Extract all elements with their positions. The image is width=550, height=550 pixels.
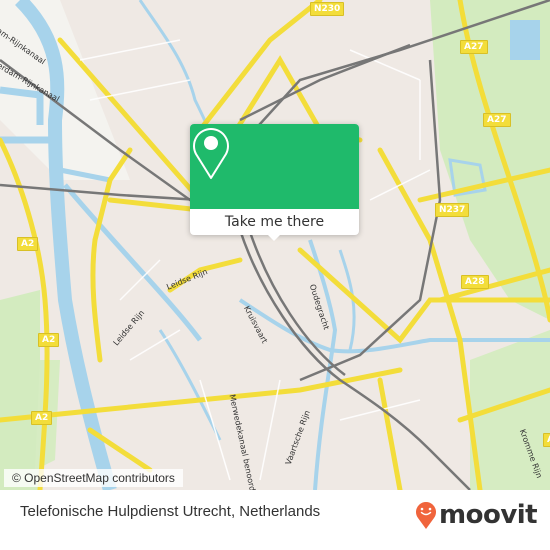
popup-header	[190, 124, 359, 209]
road-shield: A2	[543, 433, 550, 447]
moovit-wordmark: moovit	[439, 500, 538, 530]
moovit-pin-icon	[416, 502, 436, 529]
road-shield: A2	[31, 411, 53, 425]
road-shield: A27	[460, 40, 488, 54]
location-popup: Take me there	[190, 124, 359, 241]
road-shield: A27	[483, 113, 511, 127]
take-me-there-button[interactable]: Take me there	[190, 209, 359, 235]
map-view[interactable]: N230 A27 A27 N237 A28 A2 A2 A2 A2 Leidse…	[0, 0, 550, 490]
map-pin-icon	[193, 128, 229, 179]
road-shield: A2	[38, 333, 60, 347]
road-shield: A28	[461, 275, 489, 289]
popup-pointer	[267, 234, 281, 241]
road-shield: N230	[310, 2, 345, 16]
map-tiles	[0, 0, 550, 490]
map-attribution[interactable]: © OpenStreetMap contributors	[4, 469, 183, 487]
place-name: Telefonische Hulpdienst Utrecht, Netherl…	[20, 503, 321, 520]
moovit-logo[interactable]: moovit	[415, 498, 538, 532]
road-shield: N237	[435, 203, 470, 217]
footer-bar: Telefonische Hulpdienst Utrecht, Netherl…	[0, 490, 550, 550]
road-shield: A2	[17, 237, 39, 251]
